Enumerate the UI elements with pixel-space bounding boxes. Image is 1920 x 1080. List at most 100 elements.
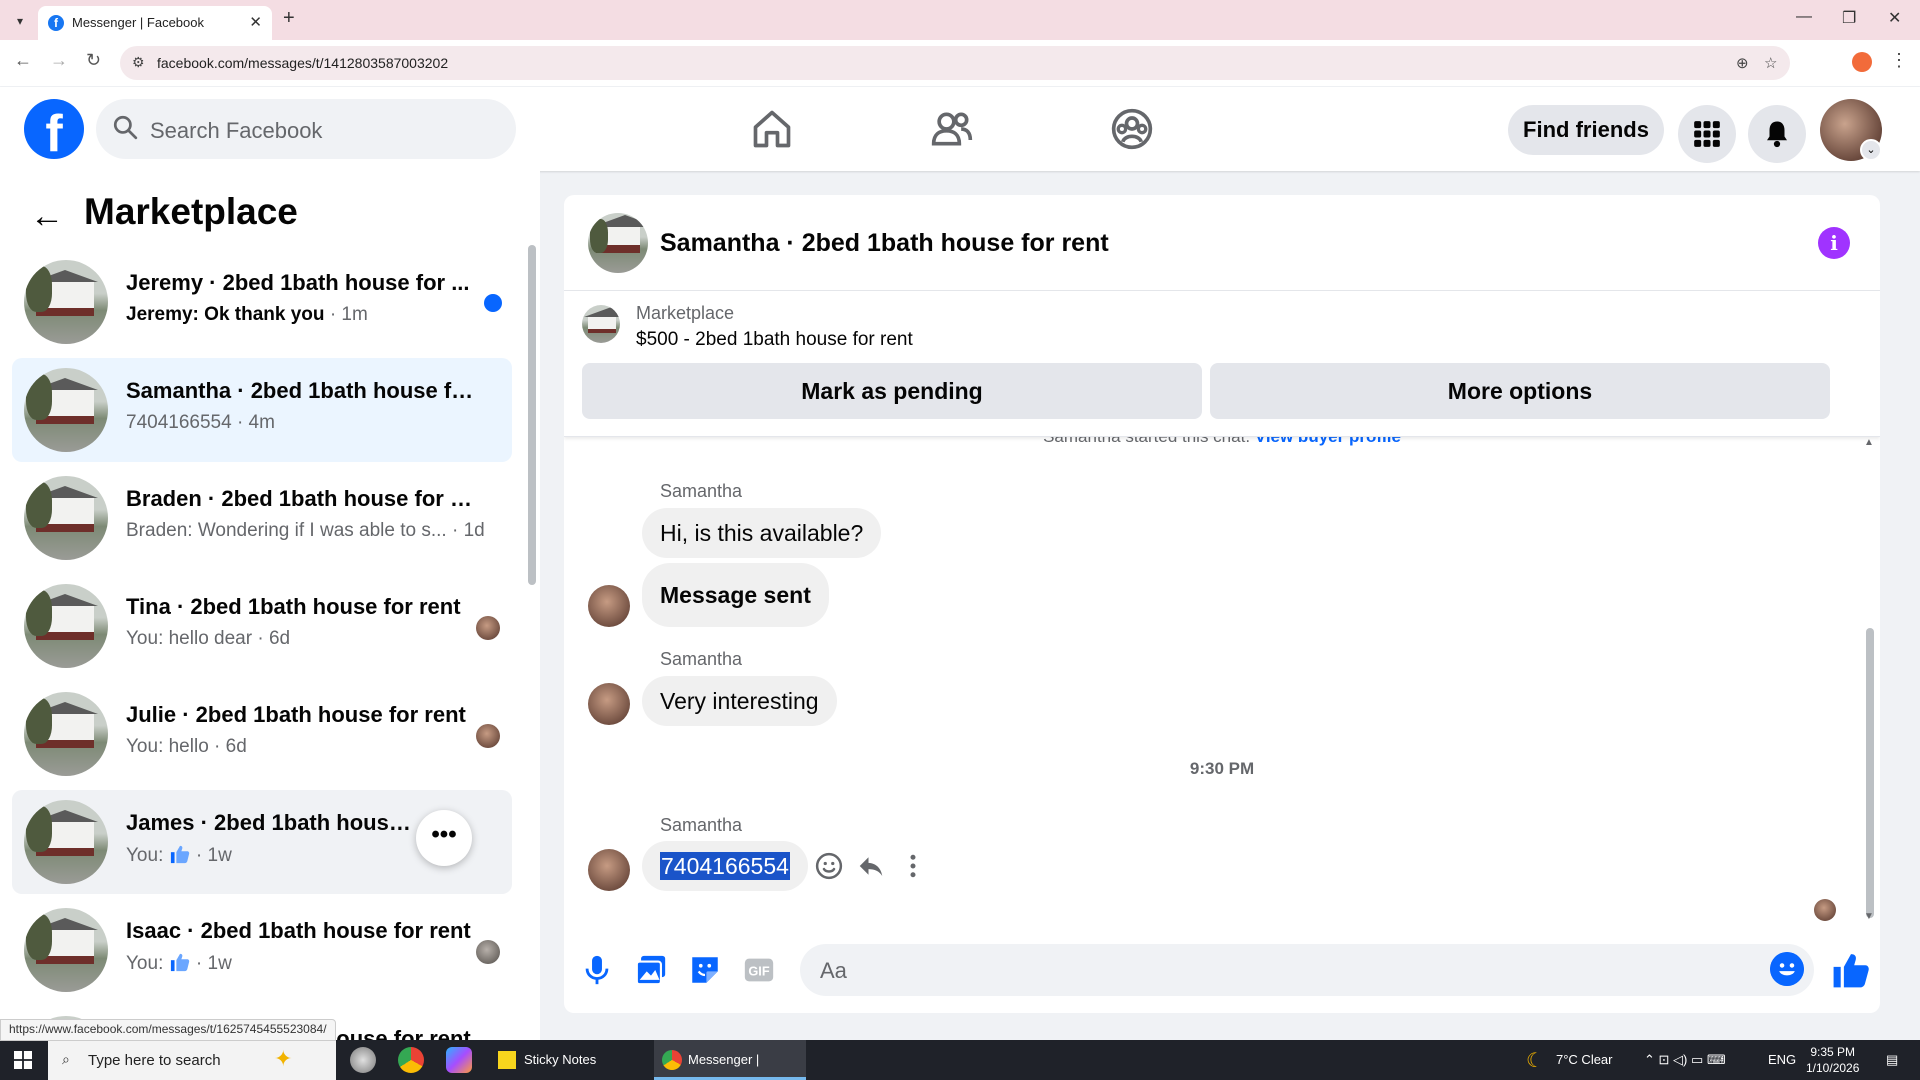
- message-bubble[interactable]: Message sent: [642, 563, 829, 627]
- groups-icon[interactable]: [1110, 107, 1154, 151]
- sender-avatar[interactable]: [588, 849, 630, 891]
- taskbar-clock[interactable]: 9:35 PM 1/10/2026: [1806, 1044, 1859, 1076]
- listing-thumbnail: [24, 476, 108, 560]
- sender-avatar[interactable]: [588, 683, 630, 725]
- site-info-icon[interactable]: ⚙: [132, 54, 145, 71]
- taskbar-messenger[interactable]: Messenger | Faceb...: [654, 1040, 806, 1080]
- preview-text: 7404166554: [126, 412, 232, 433]
- minimize-icon[interactable]: —: [1796, 8, 1812, 26]
- system-tray-icons[interactable]: ⌃ ⊡ ◁) ▭ ⌨: [1644, 1052, 1726, 1068]
- app-icon[interactable]: [350, 1047, 376, 1073]
- mark-as-pending-button[interactable]: Mark as pending: [582, 363, 1202, 419]
- sender-avatar[interactable]: [588, 585, 630, 627]
- copilot-icon[interactable]: [446, 1047, 472, 1073]
- listing-thumbnail: [24, 800, 108, 884]
- conversation-item[interactable]: Braden · 2bed 1bath house for rent Brade…: [12, 466, 512, 570]
- windows-start-icon[interactable]: [14, 1051, 32, 1069]
- seen-avatar: [476, 616, 500, 640]
- message-bubble-selected[interactable]: 7404166554: [642, 841, 808, 891]
- thumbs-up-send-icon[interactable]: [1832, 951, 1870, 989]
- listing-source: Marketplace: [636, 303, 735, 323]
- preview-text: You: hello dear: [126, 628, 253, 649]
- scroll-down-arrow-icon[interactable]: ▼: [1864, 911, 1874, 922]
- extension-icon[interactable]: [1852, 52, 1872, 72]
- info-icon[interactable]: i: [1818, 227, 1850, 259]
- gif-icon[interactable]: GIF: [742, 953, 776, 987]
- search-input[interactable]: Search Facebook: [96, 99, 516, 159]
- chat-listing-avatar[interactable]: [588, 213, 648, 273]
- weather-moon-icon: ☾: [1526, 1050, 1544, 1072]
- message-bubble[interactable]: Hi, is this available?: [642, 508, 882, 558]
- conversation-item[interactable]: Julie · 2bed 1bath house for rent You: h…: [12, 682, 512, 786]
- friends-icon[interactable]: [930, 107, 974, 151]
- sticker-icon[interactable]: [688, 953, 722, 987]
- conversation-item-selected[interactable]: Samantha · 2bed 1bath house for... 74041…: [12, 358, 512, 462]
- conversation-name: Tina · 2bed 1bath house for rent: [126, 594, 461, 619]
- scroll-up-arrow-icon[interactable]: ▲: [1864, 437, 1874, 448]
- bookmark-star-icon[interactable]: ☆: [1764, 54, 1777, 72]
- facebook-header: f Search Facebook Find friends ⌄: [0, 87, 1920, 171]
- conversation-item[interactable]: Tina · 2bed 1bath house for rent You: he…: [12, 574, 512, 678]
- listing-thumbnail: [24, 692, 108, 776]
- chrome-icon: [662, 1050, 682, 1070]
- chrome-icon[interactable]: [398, 1047, 424, 1073]
- sidebar-scrollbar[interactable]: [528, 245, 536, 585]
- window-close-icon[interactable]: ✕: [1888, 8, 1901, 28]
- message-input[interactable]: Aa: [800, 944, 1814, 996]
- chat-scrollbar[interactable]: [1866, 628, 1874, 918]
- taskbar-sticky-notes[interactable]: Sticky Notes: [490, 1040, 642, 1080]
- react-emoji-icon[interactable]: [814, 851, 844, 881]
- thumbs-up-icon: [170, 845, 189, 864]
- notification-center-icon[interactable]: ▤: [1886, 1052, 1898, 1068]
- conversation-more-button[interactable]: •••: [416, 810, 472, 866]
- conversation-preview: You: · 1w: [126, 952, 506, 975]
- listing-thumbnail[interactable]: [582, 305, 620, 343]
- conversation-item[interactable]: Isaac · 2bed 1bath house for rent You: ·…: [12, 898, 512, 1002]
- taskbar-search-input[interactable]: ⌕ Type here to search ✦: [48, 1040, 336, 1080]
- more-vertical-icon[interactable]: [898, 851, 928, 881]
- home-icon[interactable]: [750, 107, 794, 151]
- microphone-icon[interactable]: [580, 953, 614, 987]
- language-indicator[interactable]: ENG: [1768, 1052, 1796, 1067]
- tab-close-icon[interactable]: ✕: [249, 13, 262, 31]
- tab-search-dropdown[interactable]: ▾: [8, 9, 32, 33]
- listing-banner: Marketplace $500 - 2bed 1bath house for …: [564, 291, 1880, 437]
- tab-title: Messenger | Facebook: [72, 15, 204, 30]
- find-friends-button[interactable]: Find friends: [1508, 105, 1664, 155]
- photo-gallery-icon[interactable]: [634, 953, 668, 987]
- preview-text: Jeremy: Ok thank you: [126, 304, 325, 325]
- more-options-button[interactable]: More options: [1210, 363, 1830, 419]
- thumbs-up-icon: [170, 953, 189, 972]
- browser-tab[interactable]: f Messenger | Facebook ✕: [38, 6, 272, 40]
- back-arrow-icon[interactable]: ←: [30, 197, 64, 236]
- forward-icon[interactable]: →: [50, 50, 68, 71]
- listing-title[interactable]: $500 - 2bed 1bath house for rent: [636, 329, 913, 351]
- conversation-name: Julie · 2bed 1bath house for rent: [126, 702, 466, 727]
- chevron-down-icon[interactable]: ⌄: [1860, 139, 1882, 161]
- conversation-name: Samantha · 2bed 1bath house for...: [126, 378, 476, 403]
- emoji-icon[interactable]: [1770, 952, 1804, 986]
- browser-menu-icon[interactable]: ⋮: [1890, 50, 1908, 71]
- address-bar[interactable]: ⚙ facebook.com/messages/t/14128035870032…: [120, 46, 1790, 80]
- selected-message-text[interactable]: 7404166554: [660, 852, 790, 880]
- preview-time: · 1w: [195, 845, 232, 866]
- notifications-button[interactable]: [1748, 105, 1806, 163]
- zoom-icon[interactable]: ⊕: [1736, 54, 1749, 72]
- new-tab-icon[interactable]: +: [283, 7, 295, 30]
- reply-icon[interactable]: [856, 851, 886, 881]
- listing-thumbnail: [24, 260, 108, 344]
- message-bubble[interactable]: Very interesting: [642, 676, 837, 726]
- restore-icon[interactable]: ❐: [1842, 8, 1856, 28]
- reload-icon[interactable]: ↻: [86, 50, 101, 71]
- unread-dot: [484, 294, 502, 312]
- menu-grid-button[interactable]: [1678, 105, 1736, 163]
- weather-text[interactable]: 7°C Clear: [1556, 1052, 1613, 1067]
- message-timestamp: 9:30 PM: [1189, 759, 1255, 778]
- windows-taskbar: ⌕ Type here to search ✦ Sticky Notes Mes…: [0, 1040, 1920, 1080]
- bell-icon: [1767, 121, 1787, 148]
- seen-avatar: [1814, 899, 1836, 921]
- back-icon[interactable]: ←: [14, 50, 32, 71]
- chat-title[interactable]: Samantha · 2bed 1bath house for rent: [660, 229, 1109, 258]
- facebook-logo-icon[interactable]: f: [24, 99, 84, 159]
- conversation-item[interactable]: Jeremy · 2bed 1bath house for ... Jeremy…: [12, 250, 512, 354]
